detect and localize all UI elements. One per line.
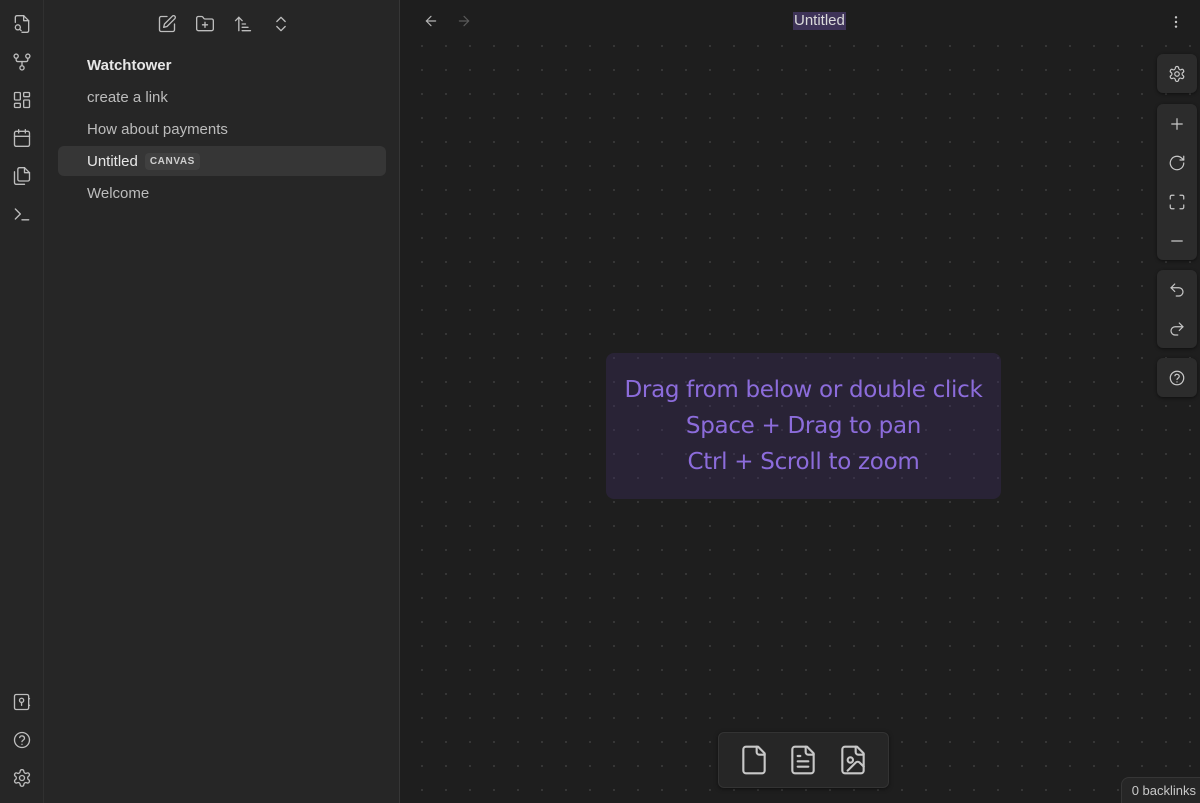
help-icon[interactable] (6, 724, 38, 756)
left-ribbon (0, 0, 44, 803)
hint-line-zoom: Ctrl + Scroll to zoom (687, 449, 920, 475)
calendar-icon[interactable] (6, 122, 38, 154)
canvas-icon[interactable] (6, 84, 38, 116)
plus-icon (1171, 117, 1183, 130)
folder-plus-icon (195, 15, 214, 32)
search-file-icon[interactable] (6, 8, 38, 40)
redo-icon (1170, 321, 1184, 336)
view-title[interactable]: Untitled (793, 12, 846, 30)
hint-line-add: Drag from below or double click (624, 377, 983, 403)
zoom-to-fit-button[interactable] (1157, 182, 1197, 221)
file-item-label: Welcome (87, 184, 150, 202)
card-creation-bar (718, 732, 889, 788)
vault-icon[interactable] (6, 686, 38, 718)
minus-icon (1171, 239, 1183, 242)
zoom-in-button[interactable] (1157, 104, 1197, 143)
backlinks-status[interactable]: 0 backlinks (1120, 777, 1200, 803)
terminal-icon[interactable] (6, 198, 38, 230)
settings-icon[interactable] (6, 762, 38, 794)
collapse-all-button[interactable] (269, 10, 293, 38)
file-item-label: Watchtower (87, 56, 172, 74)
history-controls-group (1157, 270, 1197, 348)
app-window: Watchtower create a link How about payme… (0, 0, 1200, 803)
file-text-icon (791, 745, 816, 775)
file-explorer: Watchtower create a link How about payme… (44, 0, 400, 803)
arrow-left-icon (425, 15, 437, 27)
undo-icon (1170, 282, 1184, 297)
hint-line-pan: Space + Drag to pan (685, 413, 922, 439)
more-vertical-icon (1174, 16, 1178, 28)
file-type-badge: CANVAS (144, 152, 200, 170)
add-media-button[interactable] (833, 740, 873, 780)
maximize-icon (1169, 194, 1185, 209)
zoom-out-button[interactable] (1157, 221, 1197, 260)
canvas-help-button[interactable] (1157, 358, 1197, 397)
file-item-untitled[interactable]: Untitled CANVAS (58, 146, 386, 176)
view-header: Untitled (400, 0, 1200, 42)
edit-icon (158, 15, 176, 33)
more-options-button[interactable] (1164, 10, 1188, 34)
sort-ascending-icon (234, 16, 251, 32)
file-item-watchtower[interactable]: Watchtower (58, 50, 386, 80)
forward-button[interactable] (452, 9, 476, 33)
sort-button[interactable] (231, 10, 255, 38)
add-note-button[interactable] (783, 740, 823, 780)
back-button[interactable] (419, 9, 443, 33)
file-list: Watchtower create a link How about payme… (58, 50, 386, 210)
settings-icon (1169, 65, 1185, 82)
help-group (1157, 358, 1197, 397)
copy-files-icon[interactable] (6, 160, 38, 192)
rotate-cw-icon (1169, 155, 1185, 170)
file-item-label: How about payments (87, 120, 228, 138)
file-explorer-toolbar (44, 10, 399, 40)
canvas-settings-group (1157, 54, 1197, 93)
zoom-controls-group (1157, 104, 1197, 260)
file-item-label: create a link (87, 88, 168, 106)
empty-canvas-hint: Drag from below or double click Space + … (606, 353, 1001, 499)
file-item-welcome[interactable]: Welcome (58, 178, 386, 208)
graph-view-icon[interactable] (6, 46, 38, 78)
add-card-button[interactable] (734, 740, 774, 780)
canvas-settings-button[interactable] (1157, 54, 1197, 93)
file-item-create-a-link[interactable]: create a link (58, 82, 386, 112)
help-icon (1169, 370, 1185, 385)
chevrons-up-down-icon (275, 16, 286, 32)
new-folder-button[interactable] (193, 10, 217, 38)
undo-button[interactable] (1157, 270, 1197, 309)
canvas-view[interactable]: Untitled Drag from below or double click… (400, 0, 1200, 803)
arrow-right-icon (458, 15, 470, 27)
file-item-label: Untitled (87, 152, 138, 170)
new-note-button[interactable] (155, 10, 179, 38)
file-image-icon (841, 745, 865, 775)
blank-file-icon (742, 745, 766, 775)
reset-zoom-button[interactable] (1157, 143, 1197, 182)
redo-button[interactable] (1157, 309, 1197, 348)
file-item-how-about-payments[interactable]: How about payments (58, 114, 386, 144)
